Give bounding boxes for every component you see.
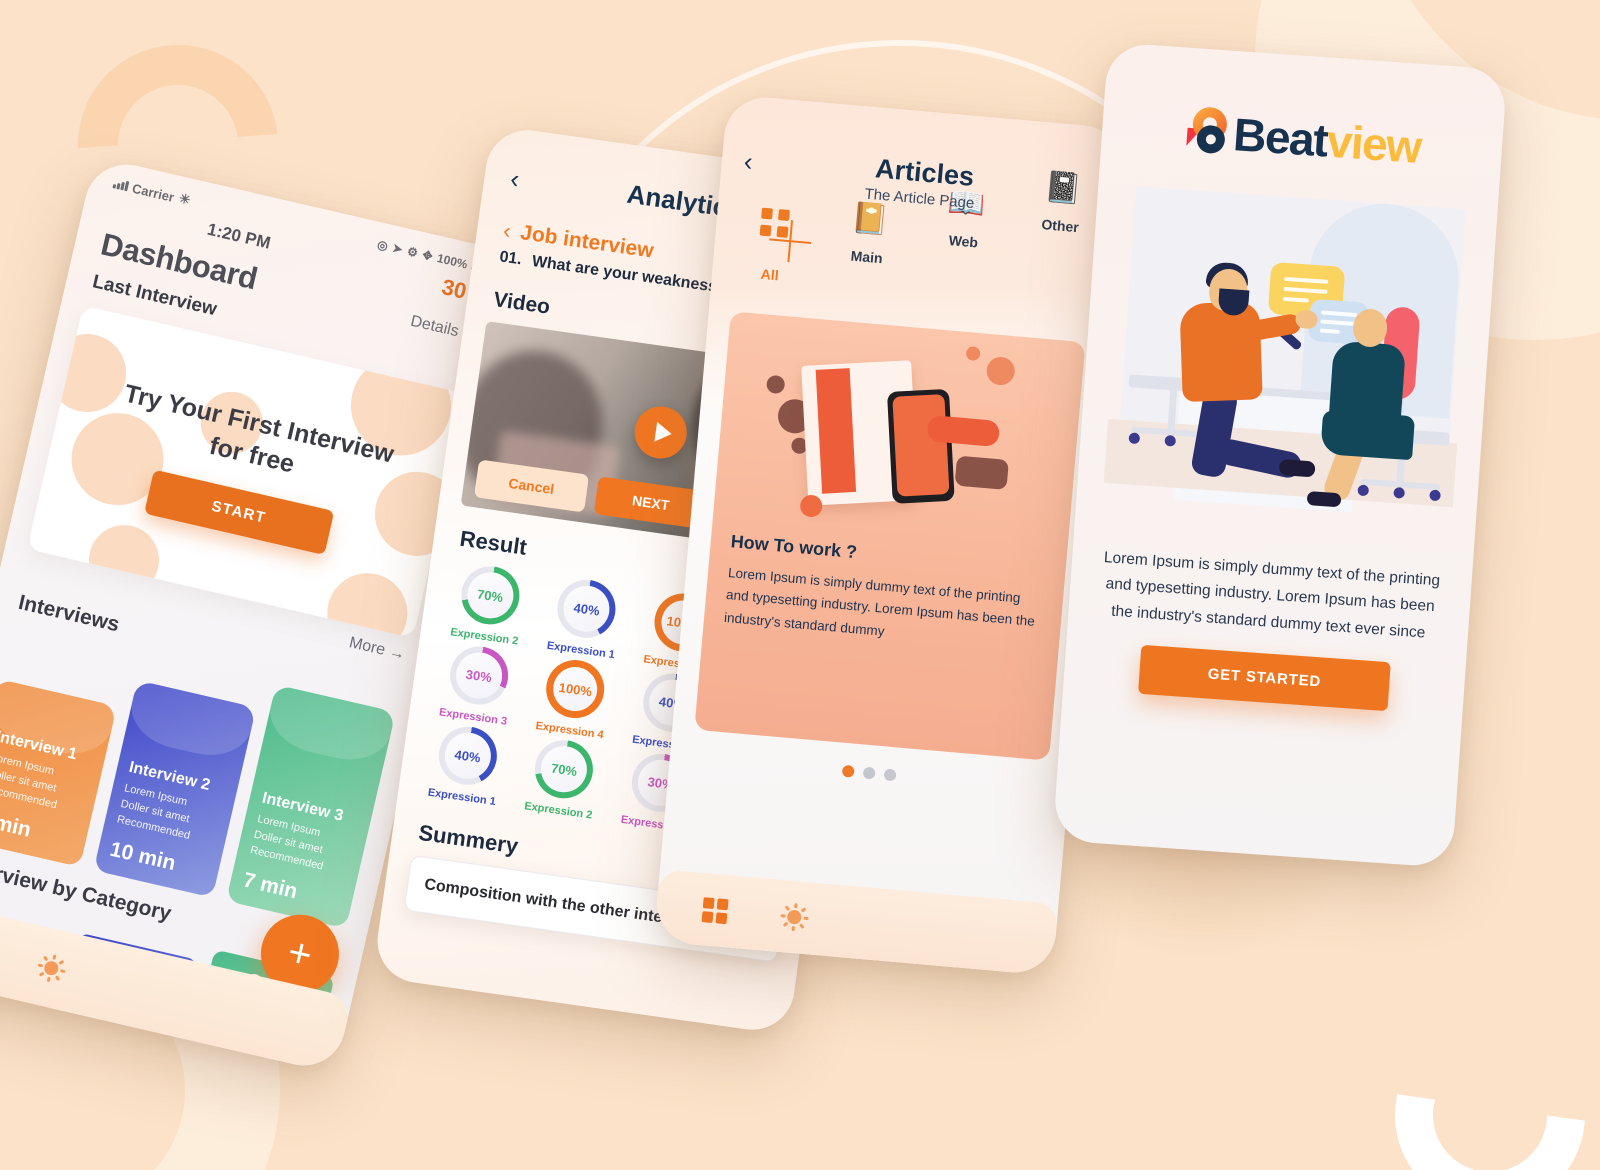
play-icon[interactable] <box>631 402 691 462</box>
pager-dot-active[interactable] <box>841 764 855 778</box>
progress-ring: 100% <box>542 656 609 722</box>
result-ring-item: 40% Expression 1 <box>533 574 638 664</box>
deco-circle <box>965 345 981 362</box>
interviewer-body <box>1179 301 1263 403</box>
sun-icon[interactable] <box>780 903 809 932</box>
grid-cross-icon <box>731 207 814 263</box>
progress-ring: 30% <box>446 642 512 709</box>
result-ring-item: 100%Expression 4 <box>521 654 626 744</box>
candidate-body <box>1328 340 1406 432</box>
result-ring-item: 70%Expression 2 <box>436 560 541 650</box>
result-ring-item: 30%Expression 3 <box>425 640 530 730</box>
phone-onboarding: Beatview Lorem Ipsum is simply dummy tex… <box>1052 42 1508 868</box>
logo-text: Beatview <box>1232 107 1423 174</box>
article-body: Lorem Ipsum is simply dummy text of the … <box>723 565 1036 639</box>
bluetooth-icon: ✥ <box>421 247 435 264</box>
beatview-logo-icon <box>1182 106 1231 159</box>
notebook-icon: 📔 <box>849 201 890 238</box>
progress-ring-value: 30% <box>452 649 505 702</box>
interviewer-hand <box>1294 309 1319 330</box>
tab-label: All <box>760 265 780 284</box>
get-started-button[interactable]: GET STARTED <box>1138 644 1391 712</box>
pager-dot[interactable] <box>862 766 876 780</box>
card-illustration <box>123 680 257 765</box>
grid-icon[interactable] <box>701 896 729 924</box>
onboarding-screen: Beatview Lorem Ipsum is simply dummy tex… <box>1053 42 1508 868</box>
progress-ring-value: 70% <box>464 569 517 622</box>
interview-card[interactable]: Interview 2 Lorem Ipsum Doller sit amet … <box>93 680 257 898</box>
phone-articles: ‹ Articles The Article Page All 📔 Main 📖 <box>653 94 1127 976</box>
sun-icon[interactable] <box>36 953 67 984</box>
wifi-icon: ☀ <box>177 190 193 208</box>
signal-bars-icon <box>112 178 129 192</box>
progress-ring-value: 40% <box>441 729 494 782</box>
alarm-icon: ◎ <box>375 237 390 254</box>
pager-dot[interactable] <box>883 768 897 782</box>
result-ring-item: 40% Expression 1 <box>414 720 519 810</box>
progress-ring: 70% <box>531 736 597 803</box>
deco-circle <box>765 374 786 395</box>
rotation-lock-icon: ⚙ <box>405 244 420 261</box>
phone-screen <box>892 394 950 497</box>
location-icon: ➤ <box>391 240 404 257</box>
articles-screen: ‹ Articles The Article Page All 📔 Main 📖 <box>653 94 1127 976</box>
progress-ring: 70% <box>457 562 523 629</box>
message-bubble-icon <box>954 455 1009 490</box>
article-illustration <box>732 313 1066 555</box>
burst-decoration <box>40 326 134 420</box>
back-icon[interactable]: ‹ <box>502 218 513 244</box>
bg-arc-bottom-right <box>1383 1008 1598 1170</box>
app-mockup-stage: Carrier ☀ ◎ ➤ ⚙ ✥ 100% 1:20 PM 30 C Dash… <box>0 0 1600 1170</box>
article-card[interactable]: How To work ? Lorem Ipsum is simply dumm… <box>694 311 1086 761</box>
deco-circle <box>985 355 1016 387</box>
tab-all[interactable]: All <box>729 207 814 286</box>
interview-card[interactable]: Interview 1 Lorem Ipsum Doller sit amet … <box>0 678 117 867</box>
interview-illustration <box>1084 158 1490 564</box>
progress-ring-value: 100% <box>550 664 601 714</box>
document-accent <box>815 368 857 494</box>
progress-ring-value: 40% <box>560 582 613 635</box>
result-ring-item: 70%Expression 2 <box>510 734 615 824</box>
logo-text-part2: view <box>1325 114 1423 173</box>
tab-main[interactable]: 📔 Main <box>824 201 911 295</box>
tab-label: Main <box>850 247 884 267</box>
candidate-shoe <box>1306 491 1342 508</box>
question-number: 01. <box>498 248 523 269</box>
interviewer-shoe <box>1278 458 1316 478</box>
card-illustration <box>263 684 396 769</box>
tab-label: Web <box>948 232 979 251</box>
progress-ring: 40% <box>553 576 620 642</box>
progress-ring: 40% <box>434 722 501 789</box>
logo-text-part1: Beat <box>1231 108 1329 167</box>
progress-ring-value: 70% <box>538 743 591 796</box>
